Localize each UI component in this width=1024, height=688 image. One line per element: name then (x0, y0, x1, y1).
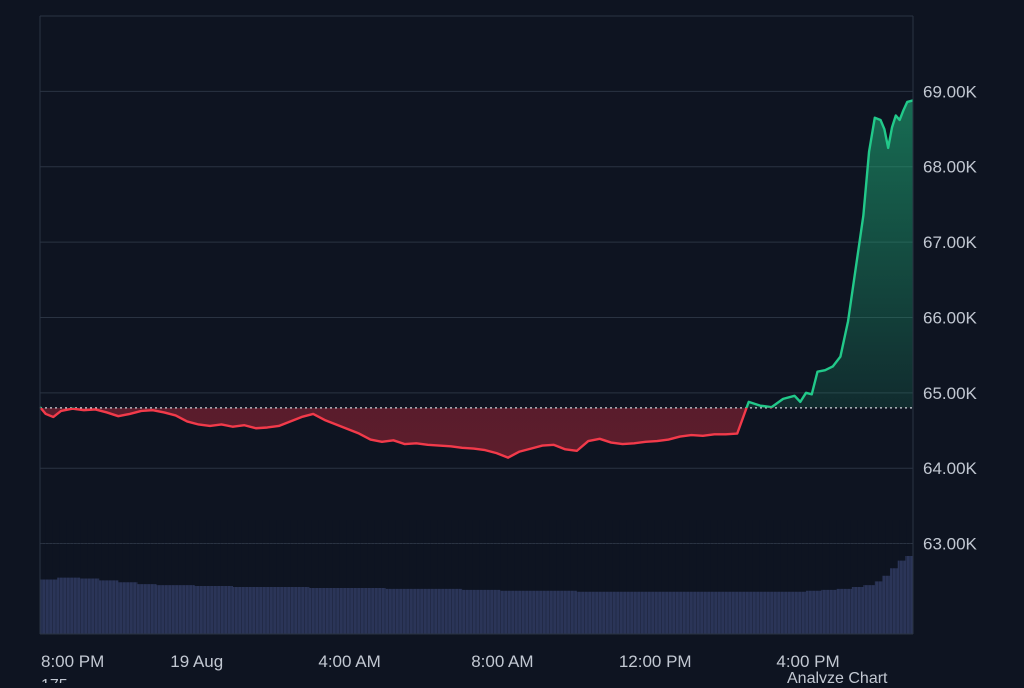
volume-area (40, 520, 913, 634)
plot-frame (39, 15, 914, 635)
x-tick-label: 4:00 PM (776, 652, 839, 671)
x-tick-label: 19 Aug (170, 652, 223, 671)
x-tick-label: 12:00 PM (619, 652, 692, 671)
analyze-chart-link[interactable]: Analyze Chart (787, 670, 888, 687)
grid-lines (40, 90, 913, 545)
price-chart[interactable]: 69.00K 68.00K 67.00K 66.00K 65.00K 64.00K 63.0… (0, 0, 1024, 688)
footer-left-label: 175 (41, 677, 68, 683)
x-tick-label: 4:00 AM (318, 652, 380, 671)
y-tick-label: 69.00K (923, 82, 978, 101)
y-tick-label: 68.00K (923, 158, 978, 177)
y-tick-label: 63.00K (923, 535, 978, 554)
fill-above-baseline (40, 100, 913, 408)
x-axis-ticks: 8:00 PM 19 Aug 4:00 AM 8:00 AM 12:00 PM 4:00 … (41, 652, 840, 671)
chart-svg[interactable]: 69.00K 68.00K 67.00K 66.00K 65.00K 64.00K 63.0… (0, 0, 1024, 688)
y-tick-label: 65.00K (923, 384, 978, 403)
y-axis-ticks: 69.00K 68.00K 67.00K 66.00K 65.00K 64.00K 63.0… (923, 82, 978, 553)
y-tick-label: 64.00K (923, 459, 978, 478)
price-fill (40, 100, 913, 458)
x-tick-label: 8:00 AM (471, 652, 533, 671)
y-tick-label: 66.00K (923, 308, 978, 327)
y-tick-label: 67.00K (923, 233, 978, 252)
volume-shape (40, 555, 913, 634)
x-tick-label: 8:00 PM (41, 652, 104, 671)
